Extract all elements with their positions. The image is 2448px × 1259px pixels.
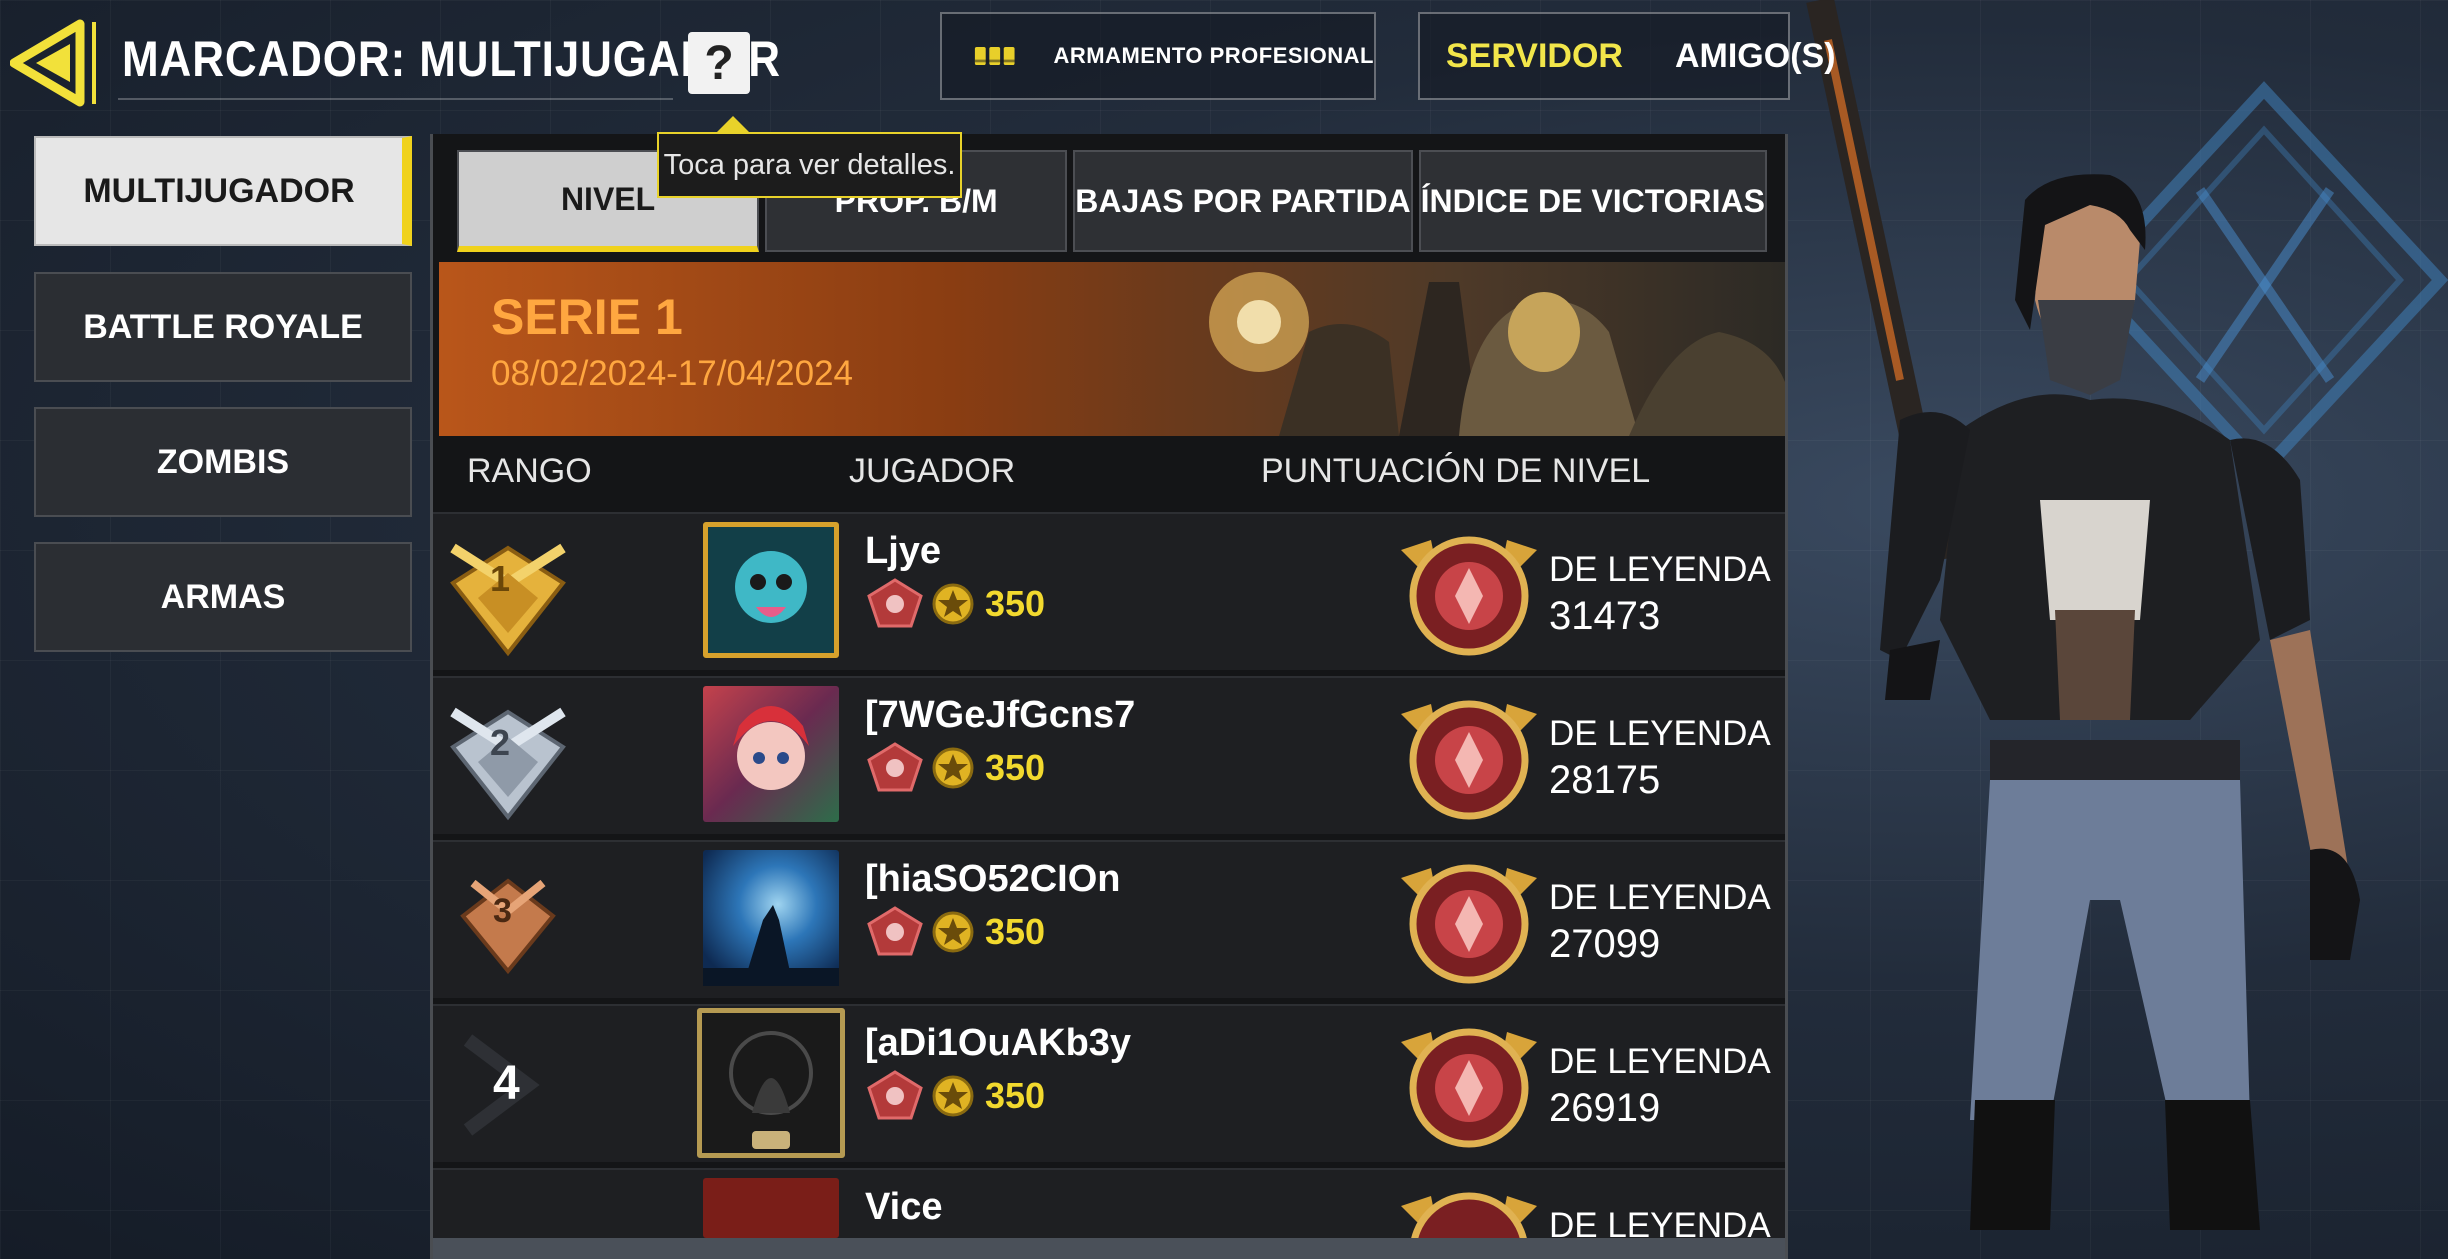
- rank-number: 2: [490, 722, 511, 763]
- rank-emblem-icon: [867, 1070, 923, 1120]
- skull-avatar-icon: [735, 551, 807, 623]
- player-points: 350: [985, 583, 1046, 624]
- page-title-container: MARCADOR: MULTIJUGADOR: [118, 20, 780, 100]
- avatar[interactable]: [697, 1008, 845, 1158]
- table-row[interactable]: 3 [hiaSO52CIOn 350 DE LEYENDA 27099: [433, 840, 1785, 998]
- column-header-score: PUNTUACIÓN DE NIVEL: [1261, 452, 1651, 490]
- ammo-icon: [974, 46, 1015, 66]
- avatar[interactable]: [703, 686, 839, 822]
- rank-number: 4: [493, 1057, 520, 1110]
- player-points: 350: [985, 747, 1046, 788]
- tier-label: DE LEYENDA: [1549, 878, 1771, 917]
- page-title: MARCADOR: MULTIJUGADOR: [122, 31, 781, 87]
- avatar[interactable]: [703, 1178, 839, 1238]
- sidebar-item-multiplayer[interactable]: MULTIJUGADOR: [34, 136, 412, 246]
- season-banner: SERIE 1 08/02/2024-17/04/2024: [439, 262, 1785, 436]
- player-name: [7WGeJfGcns7: [865, 694, 1136, 736]
- legendary-tier-icon: [1401, 1028, 1537, 1148]
- player-name: Vice: [865, 1186, 943, 1228]
- player-points: 350: [985, 911, 1046, 952]
- avatar[interactable]: [703, 850, 839, 986]
- tier-label: DE LEYENDA: [1549, 550, 1771, 589]
- wolf-avatar-icon: [703, 905, 839, 986]
- player-badges: 350: [865, 904, 1045, 960]
- level-score: 28175: [1549, 758, 1661, 802]
- tier-label: DE LEYENDA: [1549, 1206, 1771, 1238]
- tier-label: DE LEYENDA: [1549, 714, 1771, 753]
- own-rank-bar[interactable]: [433, 1238, 1785, 1259]
- star-coin-icon: [932, 1075, 974, 1117]
- leaderboard-panel: NIVEL PROP. B/M BAJAS POR PARTIDA ÍNDICE…: [430, 134, 1788, 1259]
- season-dates: 08/02/2024-17/04/2024: [491, 354, 853, 393]
- level-score: 26919: [1549, 1086, 1661, 1130]
- tier-label: DE LEYENDA: [1549, 1042, 1771, 1081]
- player-badges: 350: [865, 740, 1045, 796]
- category-tab-bar: NIVEL PROP. B/M BAJAS POR PARTIDA ÍNDICE…: [457, 150, 1767, 252]
- tab-win-rate[interactable]: ÍNDICE DE VICTORIAS: [1418, 150, 1767, 252]
- anime-avatar-icon: [733, 706, 809, 790]
- question-mark-icon: ?: [704, 36, 734, 90]
- avatar[interactable]: [703, 522, 839, 658]
- sidebar-item-battle-royale[interactable]: BATTLE ROYALE: [34, 272, 412, 382]
- star-coin-icon: [932, 911, 974, 953]
- player-name: Ljye: [865, 530, 942, 572]
- legendary-tier-icon: [1401, 864, 1537, 984]
- hooded-figure-avatar-icon: [729, 1031, 813, 1149]
- scope-tab-bar: SERVIDOR AMIGO(S): [1418, 12, 1836, 100]
- help-tooltip: Toca para ver detalles.: [657, 116, 962, 198]
- back-arrow-icon[interactable]: [10, 18, 100, 108]
- player-badges: 350: [865, 1068, 1045, 1124]
- column-headers: RANGO JUGADOR PUNTUACIÓN DE NIVEL: [433, 436, 1785, 508]
- help-button[interactable]: ?: [688, 32, 750, 94]
- column-header-rank: RANGO: [467, 452, 592, 490]
- star-coin-icon: [932, 583, 974, 625]
- rank-number: 1: [490, 558, 511, 599]
- rank-emblem-icon: [867, 906, 923, 956]
- player-points: 350: [985, 1075, 1046, 1116]
- table-row[interactable]: 4 [aDi1OuAKb3y 350 DE LEYENDA 26919: [433, 1004, 1785, 1162]
- tab-server[interactable]: SERVIDOR: [1420, 37, 1649, 76]
- level-score: 31473: [1549, 594, 1661, 638]
- rank-number: 3: [493, 892, 512, 930]
- pro-loadout-label: ARMAMENTO PROFESIONAL: [1053, 43, 1374, 68]
- operator-character-image: [1806, 0, 2360, 1230]
- legendary-tier-icon: [1401, 700, 1537, 820]
- pro-loadout-button[interactable]: ARMAMENTO PROFESIONAL: [940, 12, 1376, 100]
- rank-emblem-icon: [867, 742, 923, 792]
- sidebar-item-weapons[interactable]: ARMAS: [34, 542, 412, 652]
- rank-medal: 2: [433, 678, 583, 836]
- legendary-tier-icon: [1401, 1192, 1537, 1238]
- legendary-tier-icon: [1401, 536, 1537, 656]
- tab-kills-per-match[interactable]: BAJAS POR PARTIDA: [1073, 150, 1413, 252]
- player-badges: 350: [865, 576, 1045, 632]
- table-row[interactable]: 1 Ljye 350 DE LEYENDA 31473: [433, 512, 1785, 670]
- column-header-player: JUGADOR: [849, 452, 1016, 490]
- table-row[interactable]: 2 [7WGeJfGcns7 350 DE LEYENDA 28175: [433, 676, 1785, 834]
- rank-emblem-icon: [867, 578, 923, 628]
- player-name: [hiaSO52CIOn: [865, 858, 1121, 900]
- rank-cell: 4: [433, 1006, 583, 1164]
- season-artwork-image: [1209, 272, 1785, 436]
- sidebar-item-zombies[interactable]: ZOMBIS: [34, 407, 412, 517]
- level-score: 27099: [1549, 922, 1661, 966]
- player-name: [aDi1OuAKb3y: [865, 1022, 1132, 1064]
- tab-friends[interactable]: AMIGO(S): [1649, 37, 1862, 76]
- rank-medal: 1: [433, 514, 583, 672]
- star-coin-icon: [932, 747, 974, 789]
- season-title: SERIE 1: [491, 289, 683, 345]
- table-row[interactable]: Vice DE LEYENDA: [433, 1168, 1785, 1238]
- rank-medal: 3: [433, 842, 583, 1000]
